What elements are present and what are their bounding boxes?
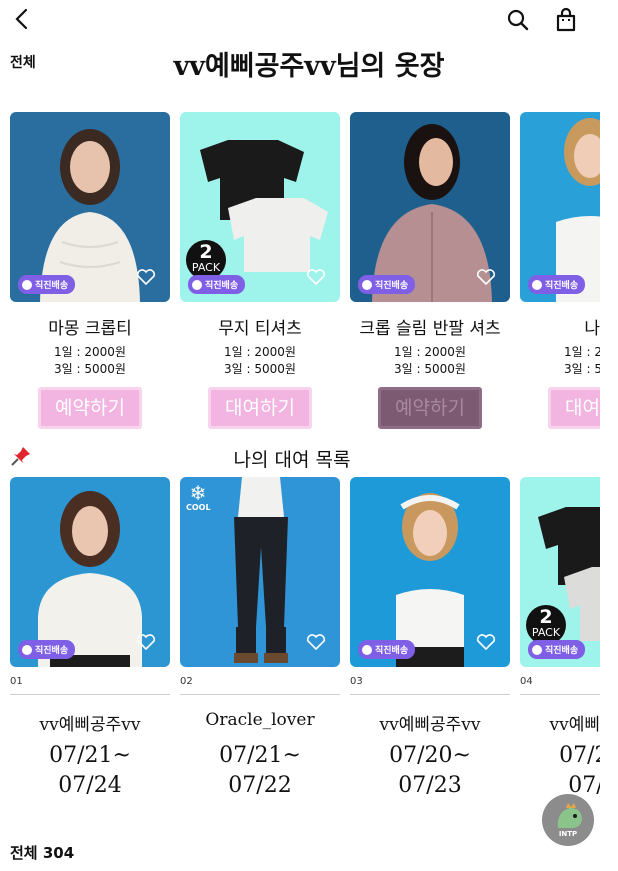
back-arrow-icon[interactable] <box>10 6 36 32</box>
price-1day: 1일 : 2000원 <box>564 345 600 359</box>
dinosaur-icon <box>557 803 582 828</box>
rental-dates: 07/20~07/23 <box>559 743 600 798</box>
renter-name: vv예삐공주vv <box>39 715 141 735</box>
page-title: vv예삐공주vv님의 옷장 <box>173 51 445 82</box>
direct-delivery-badge: 직진배송 <box>528 640 586 659</box>
heart-icon[interactable] <box>136 633 156 651</box>
two-pack-badge: 2 PACK <box>526 605 566 645</box>
renter-name: vv예삐공주vv <box>549 715 601 735</box>
rental-list-header: 나의 대여 목록 <box>0 443 618 471</box>
renter-name: Oracle_lover <box>205 710 315 730</box>
product-card[interactable]: 직진배송 크롭 슬림 반팔 셔츠 1일 : 2000원 3일 : 5000원 예… <box>350 112 510 437</box>
reserve-button-disabled[interactable]: 예약하기 <box>378 387 482 429</box>
rental-card[interactable]: 직진배송 03 vv예삐공주vv 07/20~ 07/23 <box>350 477 510 807</box>
rental-card[interactable]: 직진배송 01 vv예삐공주vv 07/21~ 07/24 <box>10 477 170 807</box>
product-name: 무지 티셔츠 <box>218 319 302 339</box>
direct-delivery-badge: 직진배송 <box>18 275 76 294</box>
rent-button[interactable]: 대여하기 <box>548 387 600 429</box>
product-image[interactable]: 직진배송 <box>520 112 600 302</box>
mbti-profile-button[interactable]: INTP <box>542 794 594 846</box>
rental-rank: 02 <box>180 676 193 687</box>
divider <box>520 694 600 695</box>
product-image[interactable]: 2 PACK 직진배송 <box>180 112 340 302</box>
price-1day: 1일 : 2000원 <box>54 345 126 359</box>
product-image[interactable]: 직진배송 <box>10 112 170 302</box>
direct-delivery-badge: 직진배송 <box>528 275 586 294</box>
search-icon[interactable] <box>504 6 532 34</box>
shopping-bag-icon[interactable] <box>552 6 580 34</box>
rental-carousel[interactable]: 직진배송 01 vv예삐공주vv 07/21~ 07/24 ❄ COOL 02 … <box>10 477 600 807</box>
rental-list-title: 나의 대여 목록 <box>233 449 351 471</box>
price-3day: 3일 : 5000원 <box>54 362 126 376</box>
rent-button[interactable]: 대여하기 <box>208 387 312 429</box>
divider <box>180 694 340 695</box>
divider <box>10 694 170 695</box>
two-pack-badge: 2 PACK <box>186 240 226 280</box>
rental-image[interactable]: 직진배송 <box>10 477 170 667</box>
rental-image[interactable]: 2 PACK 직진배송 <box>520 477 600 667</box>
rental-rank: 04 <box>520 676 533 687</box>
product-image[interactable]: 직진배송 <box>350 112 510 302</box>
direct-delivery-badge: 직진배송 <box>18 640 76 659</box>
rental-image[interactable]: ❄ COOL <box>180 477 340 667</box>
price-1day: 1일 : 2000원 <box>394 345 466 359</box>
product-name: 크롭 슬림 반팔 셔츠 <box>359 319 501 339</box>
product-card[interactable]: 2 PACK 직진배송 무지 티셔츠 1일 : 2000원 3일 : 5000원 … <box>180 112 340 437</box>
rental-dates: 07/21~ 07/22 <box>219 743 301 798</box>
rental-card[interactable]: ❄ COOL 02 Oracle_lover 07/21~ 07/22 <box>180 477 340 807</box>
mbti-label: INTP <box>558 830 578 838</box>
price-1day: 1일 : 2000원 <box>224 345 296 359</box>
rental-image[interactable]: 직진배송 <box>350 477 510 667</box>
heart-icon[interactable] <box>476 633 496 651</box>
product-carousel[interactable]: 직진배송 마몽 크롭티 1일 : 2000원 3일 : 5000원 예약하기 2… <box>10 112 600 437</box>
reserve-button[interactable]: 예약하기 <box>38 387 142 429</box>
rental-rank: 03 <box>350 676 363 687</box>
price-3day: 3일 : 5000원 <box>564 362 600 376</box>
heart-icon[interactable] <box>306 633 326 651</box>
direct-delivery-badge: 직진배송 <box>358 275 416 294</box>
rental-rank: 01 <box>10 676 23 687</box>
product-name: 마몽 크롭티 <box>48 319 132 339</box>
renter-name: vv예삐공주vv <box>379 715 481 735</box>
product-card[interactable]: 직진배송 마몽 크롭티 1일 : 2000원 3일 : 5000원 예약하기 <box>10 112 170 437</box>
direct-delivery-badge: 직진배송 <box>358 640 416 659</box>
cool-snowflake-icon: ❄ COOL <box>186 481 211 512</box>
heart-icon[interactable] <box>306 268 326 286</box>
rental-dates: 07/20~07/23 <box>389 743 471 798</box>
heart-icon[interactable] <box>476 268 496 286</box>
rental-card[interactable]: 2PACK 직진배송 04 vv예삐공주vv 07/20~07/23 <box>520 477 600 807</box>
product-name: 나시 <box>584 319 600 339</box>
rental-dates: 07/21~ 07/24 <box>49 743 131 798</box>
total-count: 전체 304 <box>10 844 75 862</box>
price-3day: 3일 : 5000원 <box>224 362 296 376</box>
heart-icon[interactable] <box>136 268 156 286</box>
direct-delivery-badge: 직진배송 <box>188 275 246 294</box>
price-3day: 3일 : 5000원 <box>394 362 466 376</box>
divider <box>350 694 510 695</box>
product-card[interactable]: 직진배송 나시 1일 : 2000원 3일 : 5000원 대여하기 <box>520 112 600 437</box>
header: 전체 vv예삐공주vv님의 옷장 <box>0 0 618 100</box>
